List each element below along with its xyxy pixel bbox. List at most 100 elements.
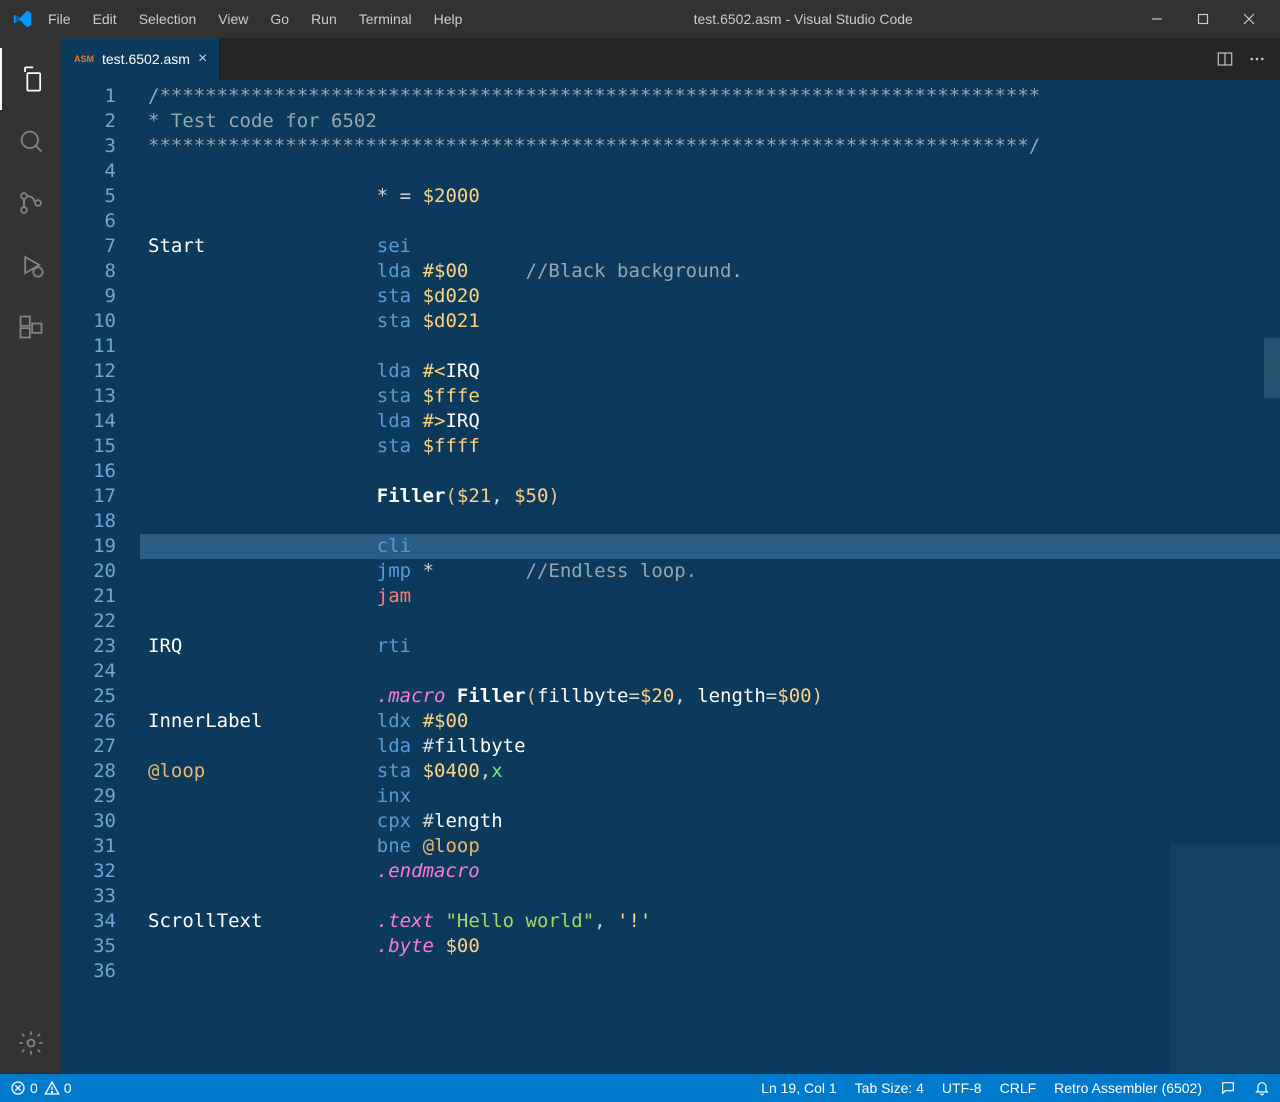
status-errors[interactable]: 0 [10, 1080, 38, 1096]
line-number: 27 [62, 734, 116, 759]
line-number: 3 [62, 134, 116, 159]
menu-go[interactable]: Go [260, 5, 299, 33]
status-eol[interactable]: CRLF [1000, 1080, 1037, 1096]
status-language-mode[interactable]: Retro Assembler (6502) [1054, 1080, 1202, 1096]
code-line[interactable]: sta $d021 [140, 309, 1280, 334]
menu-view[interactable]: View [208, 5, 258, 33]
titlebar: FileEditSelectionViewGoRunTerminalHelp t… [0, 0, 1280, 38]
minimize-button[interactable] [1134, 0, 1180, 38]
code-line[interactable]: inx [140, 784, 1280, 809]
code-line[interactable] [140, 884, 1280, 909]
code-line[interactable] [140, 334, 1280, 359]
line-number: 32 [62, 859, 116, 884]
code-line[interactable]: sta $ffff [140, 434, 1280, 459]
debug-icon[interactable] [0, 234, 62, 296]
menu-terminal[interactable]: Terminal [349, 5, 422, 33]
code-line[interactable] [140, 609, 1280, 634]
tab-lang-badge: ASM [74, 54, 94, 64]
code-line[interactable] [140, 509, 1280, 534]
code-line[interactable]: sta $d020 [140, 284, 1280, 309]
line-number: 18 [62, 509, 116, 534]
line-number: 31 [62, 834, 116, 859]
code-line[interactable] [140, 159, 1280, 184]
code-line[interactable]: IRQ rti [140, 634, 1280, 659]
activity-bar [0, 38, 62, 1074]
split-editor-icon[interactable] [1216, 50, 1234, 68]
code-line[interactable]: * Test code for 6502 [140, 109, 1280, 134]
code-line[interactable]: .macro Filler(fillbyte=$20, length=$00) [140, 684, 1280, 709]
main-area: ASM test.6502.asm × 12345678910111213141… [0, 38, 1280, 1074]
line-number: 23 [62, 634, 116, 659]
line-number: 12 [62, 359, 116, 384]
status-feedback-icon[interactable] [1220, 1080, 1236, 1096]
scrollbar-thumb[interactable] [1264, 338, 1280, 398]
code-line[interactable]: sta $fffe [140, 384, 1280, 409]
line-number: 13 [62, 384, 116, 409]
code-line[interactable]: jam [140, 584, 1280, 609]
extensions-icon[interactable] [0, 296, 62, 358]
maximize-button[interactable] [1180, 0, 1226, 38]
menu-edit[interactable]: Edit [83, 5, 127, 33]
line-number: 7 [62, 234, 116, 259]
code-line[interactable]: lda #>IRQ [140, 409, 1280, 434]
line-number: 21 [62, 584, 116, 609]
settings-gear-icon[interactable] [0, 1012, 62, 1074]
line-number: 1 [62, 84, 116, 109]
status-encoding[interactable]: UTF-8 [942, 1080, 982, 1096]
line-number: 19 [62, 534, 116, 559]
menu-file[interactable]: File [38, 5, 81, 33]
line-number: 29 [62, 784, 116, 809]
code-line[interactable]: lda #<IRQ [140, 359, 1280, 384]
close-button[interactable] [1226, 0, 1272, 38]
code-line[interactable]: bne @loop [140, 834, 1280, 859]
status-cursor[interactable]: Ln 19, Col 1 [761, 1080, 837, 1096]
explorer-icon[interactable] [0, 48, 62, 110]
code-line[interactable] [140, 459, 1280, 484]
code-line[interactable]: cpx #length [140, 809, 1280, 834]
search-icon[interactable] [0, 110, 62, 172]
status-bell-icon[interactable] [1254, 1080, 1270, 1096]
source-control-icon[interactable] [0, 172, 62, 234]
code-line[interactable]: Start sei [140, 234, 1280, 259]
menu-help[interactable]: Help [424, 5, 473, 33]
status-warnings[interactable]: 0 [44, 1080, 72, 1096]
line-number: 8 [62, 259, 116, 284]
code-line[interactable]: Filler($21, $50) [140, 484, 1280, 509]
code-line[interactable]: lda #$00 //Black background. [140, 259, 1280, 284]
line-number: 22 [62, 609, 116, 634]
code-line[interactable]: jmp * //Endless loop. [140, 559, 1280, 584]
code-line[interactable]: .endmacro [140, 859, 1280, 884]
line-number: 33 [62, 884, 116, 909]
line-number: 24 [62, 659, 116, 684]
line-number: 5 [62, 184, 116, 209]
line-number: 28 [62, 759, 116, 784]
line-number: 25 [62, 684, 116, 709]
editor-area: ASM test.6502.asm × 12345678910111213141… [62, 38, 1280, 1074]
line-number: 26 [62, 709, 116, 734]
code-line[interactable]: * = $2000 [140, 184, 1280, 209]
more-actions-icon[interactable] [1248, 50, 1266, 68]
code-line[interactable]: lda #fillbyte [140, 734, 1280, 759]
code-line[interactable]: InnerLabel ldx #$00 [140, 709, 1280, 734]
code-line[interactable]: ****************************************… [140, 134, 1280, 159]
code-line[interactable] [140, 659, 1280, 684]
minimap[interactable] [1170, 844, 1280, 1074]
code-line[interactable] [140, 209, 1280, 234]
status-tabsize[interactable]: Tab Size: 4 [855, 1080, 924, 1096]
code-line[interactable]: /***************************************… [140, 84, 1280, 109]
menu-selection[interactable]: Selection [129, 5, 207, 33]
code-line[interactable]: @loop sta $0400,x [140, 759, 1280, 784]
tab-close-icon[interactable]: × [198, 50, 207, 68]
window-controls [1134, 0, 1272, 38]
code-line[interactable]: .byte $00 [140, 934, 1280, 959]
menu-run[interactable]: Run [301, 5, 347, 33]
line-number: 16 [62, 459, 116, 484]
code-line[interactable]: cli [140, 534, 1280, 559]
statusbar: 0 0 Ln 19, Col 1 Tab Size: 4 UTF-8 CRLF … [0, 1074, 1280, 1102]
editor-tab[interactable]: ASM test.6502.asm × [62, 38, 220, 80]
code-content[interactable]: /***************************************… [140, 80, 1280, 1074]
code-line[interactable]: ScrollText .text "Hello world", '!' [140, 909, 1280, 934]
line-number: 35 [62, 934, 116, 959]
tab-filename: test.6502.asm [102, 51, 190, 67]
code-line[interactable] [140, 959, 1280, 984]
